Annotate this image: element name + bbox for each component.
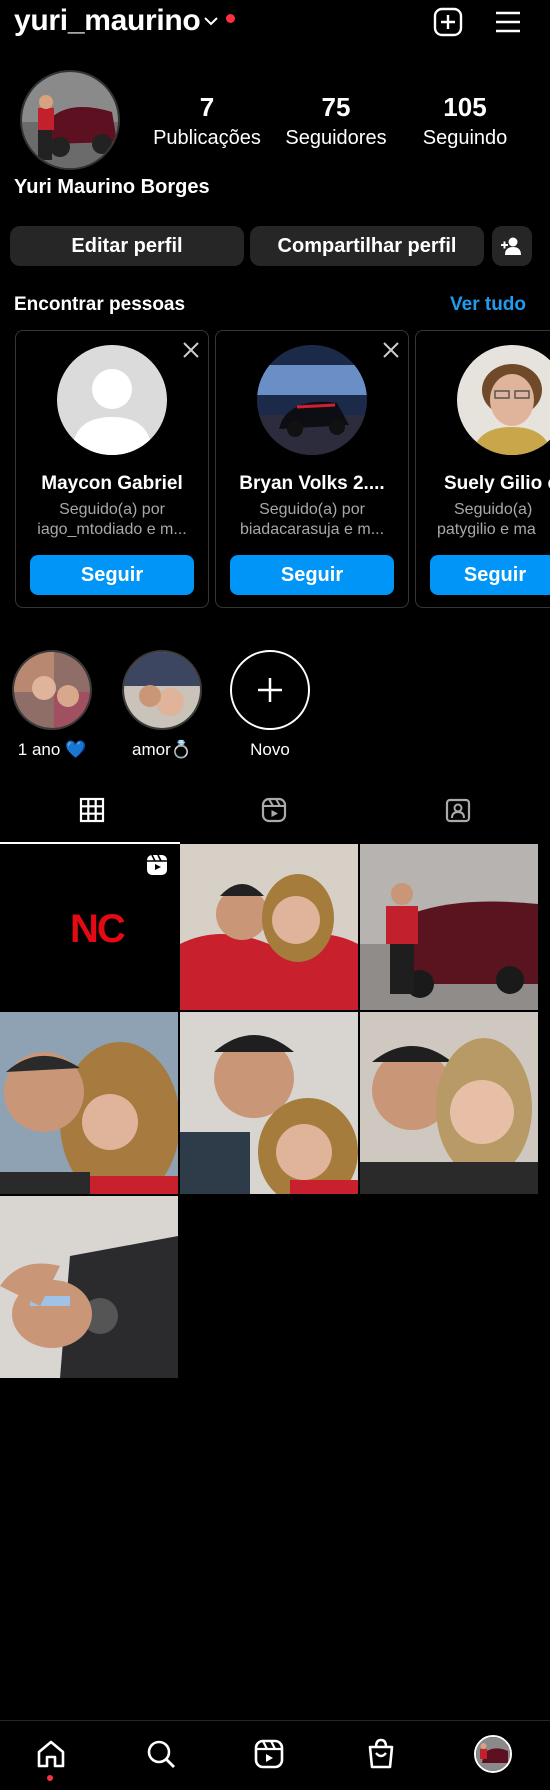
edit-profile-button[interactable]: Editar perfil: [10, 226, 244, 266]
stat-followers-label: Seguidores: [285, 127, 387, 149]
shop-icon[interactable]: [364, 1737, 398, 1771]
suggestion-avatar[interactable]: [457, 345, 550, 455]
highlight-item[interactable]: 1 ano 💙: [11, 650, 93, 760]
create-plus-icon[interactable]: [432, 6, 464, 38]
new-highlight-button[interactable]: Novo: [229, 650, 311, 760]
suggestion-name: Maycon Gabriel: [41, 473, 183, 494]
highlight-cover: [122, 650, 202, 730]
profile-username[interactable]: yuri_maurino: [14, 4, 201, 38]
highlight-label: amor💍: [132, 740, 192, 759]
highlight-label: Novo: [250, 740, 290, 759]
search-icon[interactable]: [144, 1737, 178, 1771]
reel-badge-icon: [147, 854, 167, 875]
chevron-down-icon[interactable]: [202, 12, 220, 30]
post-text: NC: [70, 907, 126, 951]
grid-icon: [79, 797, 105, 823]
stat-followers-value: 75: [321, 92, 351, 122]
suggestion-card[interactable]: Suely Gilio c Seguido(a) patygilio e ma …: [415, 330, 550, 608]
follow-button[interactable]: Seguir: [30, 555, 194, 595]
tab-reels[interactable]: [182, 792, 364, 838]
suggestion-avatar[interactable]: [57, 345, 167, 455]
grid-post[interactable]: NC: [0, 844, 178, 1010]
grid-post[interactable]: [0, 1012, 178, 1194]
grid-post[interactable]: [180, 844, 358, 1010]
home-icon[interactable]: [34, 1737, 68, 1771]
suggestion-name: Suely Gilio c: [444, 473, 550, 494]
highlight-item[interactable]: amor💍: [121, 650, 203, 760]
profile-full-name: Yuri Maurino Borges: [14, 176, 210, 198]
suggestion-card[interactable]: Maycon Gabriel Seguido(a) por iago_mtodi…: [15, 330, 209, 608]
tab-posts-grid[interactable]: [0, 792, 182, 838]
stat-followers[interactable]: 75 Seguidores: [271, 92, 401, 150]
reels-icon: [261, 797, 287, 823]
follow-button[interactable]: Seguir: [230, 555, 394, 595]
suggestion-name: Bryan Volks 2....: [239, 473, 385, 494]
highlight-label: 1 ano 💙: [17, 740, 87, 759]
stat-posts-value: 7: [199, 92, 215, 122]
close-icon[interactable]: [382, 341, 400, 359]
reels-icon[interactable]: [252, 1737, 286, 1771]
discover-people-button[interactable]: [492, 226, 532, 266]
suggestion-avatar[interactable]: [257, 345, 367, 455]
stat-following-label: Seguindo: [422, 127, 508, 149]
menu-icon[interactable]: [492, 6, 524, 38]
grid-post[interactable]: [180, 1012, 358, 1194]
tab-tagged[interactable]: [366, 792, 548, 838]
suggestion-followed-by: Seguido(a) por: [59, 501, 165, 518]
share-profile-button[interactable]: Compartilhar perfil: [250, 226, 484, 266]
stat-posts[interactable]: 7 Publicações: [142, 92, 272, 150]
follow-button[interactable]: Seguir: [430, 555, 550, 595]
stat-following-value: 105: [443, 92, 487, 122]
suggestion-mutuals: patygilio e ma: [437, 521, 536, 538]
highlight-cover: [12, 650, 92, 730]
see-all-link[interactable]: Ver tudo: [450, 294, 526, 316]
suggestion-mutuals: iago_mtodiado e m...: [37, 521, 187, 538]
suggestion-mutuals: biadacarasuja e m...: [239, 521, 385, 538]
suggestion-followed-by: Seguido(a) por: [259, 501, 365, 518]
profile-avatar[interactable]: [474, 1735, 512, 1773]
close-icon[interactable]: [182, 341, 200, 359]
stat-posts-label: Publicações: [153, 127, 261, 149]
suggestion-card[interactable]: Bryan Volks 2.... Seguido(a) por biadaca…: [215, 330, 409, 608]
grid-post[interactable]: [360, 844, 538, 1010]
tagged-icon: [445, 798, 471, 823]
grid-post[interactable]: [360, 1012, 538, 1194]
suggestions-title: Encontrar pessoas: [14, 294, 186, 315]
home-notification-dot: [47, 1775, 53, 1781]
stat-following[interactable]: 105 Seguindo: [400, 92, 530, 150]
notification-dot: [226, 14, 235, 23]
plus-icon: [258, 678, 282, 702]
new-highlight-ring: [230, 650, 310, 730]
add-person-icon: [501, 237, 521, 255]
grid-post[interactable]: [0, 1196, 178, 1378]
bottom-nav: [0, 1720, 550, 1790]
suggestion-followed-by: Seguido(a): [454, 501, 533, 518]
profile-avatar[interactable]: [20, 70, 120, 170]
